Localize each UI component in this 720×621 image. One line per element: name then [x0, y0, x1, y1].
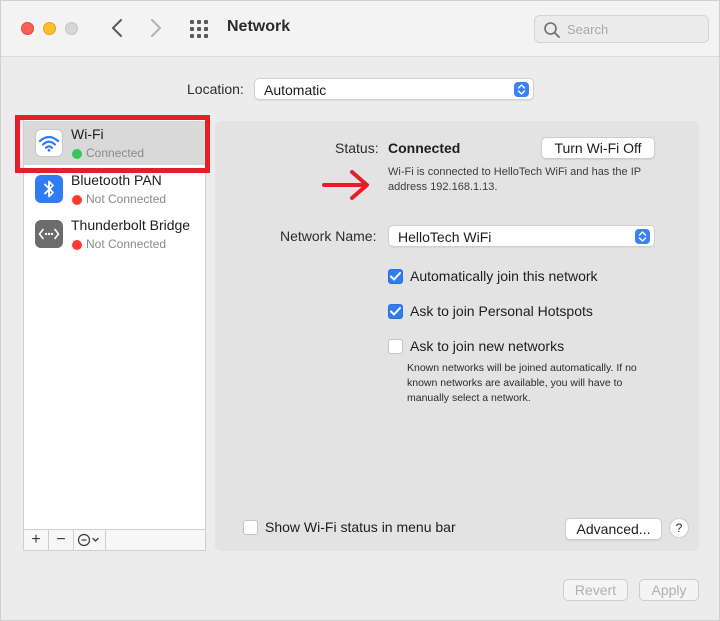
known-networks-note: Known networks will be joined automatica…: [407, 362, 637, 404]
add-service-button[interactable]: +: [24, 530, 49, 550]
connection-description: Wi-Fi is connected to HelloTech WiFi and…: [388, 166, 641, 193]
network-preferences-window: Network Search Location: Automatic Wi-Fi: [0, 0, 720, 621]
zoom-window-button[interactable]: [65, 22, 78, 35]
chevron-left-icon: [112, 19, 122, 37]
remove-service-button[interactable]: −: [49, 530, 74, 550]
checkmark-icon: [390, 272, 401, 281]
status-value: Connected: [388, 140, 461, 156]
close-window-button[interactable]: [21, 22, 34, 35]
show-wifi-status-checkbox[interactable]: [243, 520, 258, 535]
bluetooth-icon: [35, 175, 63, 203]
status-label: Status:: [335, 140, 379, 156]
service-status: Not Connected: [86, 192, 167, 206]
checkmark-icon: [390, 307, 401, 316]
ask-join-new-networks-label: Ask to join new networks: [410, 338, 565, 354]
service-list-toolbar: + −: [23, 529, 206, 551]
search-placeholder: Search: [567, 22, 609, 37]
forward-button[interactable]: [145, 15, 167, 41]
popup-stepper-icon: [514, 82, 529, 97]
show-wifi-status-label: Show Wi-Fi status in menu bar: [265, 519, 456, 535]
service-name: Thunderbolt Bridge: [71, 217, 191, 233]
window-title: Network: [227, 18, 291, 35]
search-field[interactable]: Search: [534, 15, 709, 43]
auto-join-checkbox[interactable]: [388, 269, 403, 284]
more-actions-icon: [77, 533, 99, 547]
service-name: Bluetooth PAN: [71, 172, 162, 188]
turn-wifi-off-button[interactable]: Turn Wi-Fi Off: [541, 137, 655, 159]
ask-join-new-networks-checkbox[interactable]: [388, 339, 403, 354]
back-button[interactable]: [106, 15, 128, 41]
revert-button[interactable]: Revert: [563, 579, 628, 601]
network-name-value: HelloTech WiFi: [398, 229, 492, 245]
ask-join-hotspots-checkbox[interactable]: [388, 304, 403, 319]
service-list: Wi-Fi Connected Bluetooth PAN Not Connec…: [23, 116, 206, 551]
location-label: Location:: [187, 81, 244, 97]
wifi-highlight-annotation: [15, 115, 210, 173]
help-button[interactable]: ?: [669, 518, 689, 538]
network-name-popup[interactable]: HelloTech WiFi: [388, 225, 655, 247]
search-icon: [544, 22, 560, 38]
service-item-bluetooth-pan[interactable]: Bluetooth PAN Not Connected: [24, 167, 205, 211]
thunderbolt-bridge-icon: [35, 220, 63, 248]
service-item-thunderbolt-bridge[interactable]: Thunderbolt Bridge Not Connected: [24, 212, 205, 256]
network-name-label: Network Name:: [280, 228, 377, 244]
auto-join-label: Automatically join this network: [410, 268, 598, 284]
status-dot: [72, 240, 82, 250]
service-actions-menu-button[interactable]: [74, 530, 106, 550]
service-status: Not Connected: [86, 237, 167, 251]
red-arrow-annotation-icon: [322, 170, 369, 200]
popup-stepper-icon: [635, 229, 650, 244]
location-popup[interactable]: Automatic: [254, 78, 534, 100]
chevron-right-icon: [151, 19, 161, 37]
status-dot: [72, 195, 82, 205]
apply-button[interactable]: Apply: [639, 579, 699, 601]
title-bar: Network Search: [1, 1, 719, 57]
minimize-window-button[interactable]: [43, 22, 56, 35]
advanced-button[interactable]: Advanced...: [565, 518, 662, 540]
ask-join-hotspots-label: Ask to join Personal Hotspots: [410, 303, 593, 319]
location-value: Automatic: [264, 82, 327, 98]
show-all-grid-icon[interactable]: [190, 20, 210, 38]
